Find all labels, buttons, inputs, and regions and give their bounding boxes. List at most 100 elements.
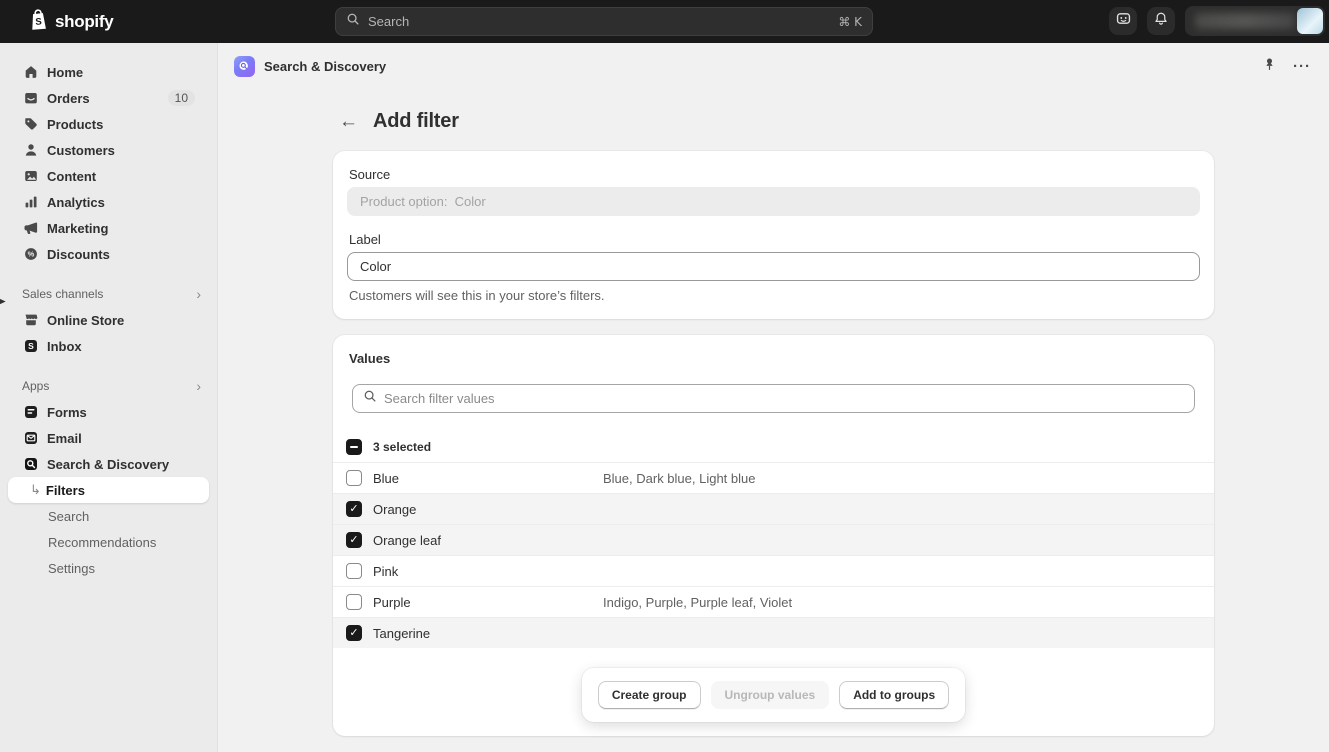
more-actions-icon[interactable]: ··· <box>1293 58 1311 75</box>
topbar-right <box>1109 6 1325 36</box>
analytics-icon <box>22 194 39 211</box>
selection-header-row: 3 selected <box>333 432 1214 462</box>
store-avatar <box>1297 8 1323 34</box>
app-header-title: Search & Discovery <box>264 59 386 74</box>
store-name-redacted <box>1195 13 1295 29</box>
products-icon <box>22 116 39 133</box>
chevron-right-icon: › <box>196 287 201 301</box>
sidebar-item-inbox[interactable]: SInbox <box>8 333 209 359</box>
grouped-values-text: Indigo, Purple, Purple leaf, Violet <box>603 595 792 610</box>
value-checkbox[interactable] <box>346 594 362 610</box>
search-discovery-icon <box>22 456 39 473</box>
global-search[interactable]: ⌘ K <box>335 7 873 36</box>
sidebar-subitem-search[interactable]: Search <box>8 503 209 529</box>
sidebar-item-marketing[interactable]: Marketing <box>8 215 209 241</box>
notifications-button[interactable] <box>1147 7 1175 35</box>
grouped-values-text: Blue, Dark blue, Light blue <box>603 471 755 486</box>
sidebar-item-analytics[interactable]: Analytics <box>8 189 209 215</box>
label-field[interactable] <box>347 252 1200 281</box>
source-card: Source Label Customers will see this in … <box>333 151 1214 319</box>
sidebar-subitem-filters[interactable]: ↳Filters <box>8 477 209 503</box>
value-label: Orange leaf <box>373 533 441 548</box>
sidekick-button[interactable] <box>1109 7 1137 35</box>
value-label: Tangerine <box>373 626 430 641</box>
home-icon <box>22 64 39 81</box>
sidebar-subitem-label: Settings <box>48 561 95 576</box>
sidekick-icon <box>1115 10 1132 32</box>
label-help-text: Customers will see this in your store’s … <box>349 288 1198 303</box>
sidebar-item-label: Discounts <box>47 247 110 262</box>
sidebar-sections: Sales channels›Online StoreSInbox Apps › Fo… <box>0 281 217 581</box>
sidebar-subitem-label: Search <box>48 509 89 524</box>
value-label: Blue <box>373 471 399 486</box>
filter-value-row-blue[interactable]: Blue Blue, Dark blue, Light blue <box>333 462 1214 493</box>
sidebar-item-customers[interactable]: Customers <box>8 137 209 163</box>
main-area: Search & Discovery ··· ← Add filter Sour… <box>218 43 1329 752</box>
sidebar-nav: Home Orders10ProductsCustomersContent Anal… <box>0 59 217 267</box>
sidebar-item-home[interactable]: Home <box>8 59 209 85</box>
chevron-right-icon: › <box>196 379 201 393</box>
section-header-apps[interactable]: Apps › <box>0 373 217 399</box>
values-list: 3 selected Blue Blue, Dark blue, Light bl… <box>333 432 1214 648</box>
filter-value-row-purple[interactable]: PurpleIndigo, Purple, Purple leaf, Viole… <box>333 586 1214 617</box>
bell-icon <box>1153 11 1169 32</box>
sidebar-item-label: Marketing <box>47 221 108 236</box>
sidebar-item-label: Email <box>47 431 82 446</box>
sidebar-item-online-store[interactable]: Online Store <box>8 307 209 333</box>
inbox-icon: S <box>22 338 39 355</box>
branch-arrow-icon: ↳ <box>30 482 41 498</box>
value-checkbox[interactable]: ✓ <box>346 625 362 641</box>
sidebar-item-email[interactable]: Email <box>8 425 209 451</box>
filter-value-row-tangerine[interactable]: ✓ Tangerine <box>333 617 1214 648</box>
online-store-icon <box>22 312 39 329</box>
sidebar-subitem-recommendations[interactable]: Recommendations <box>8 529 209 555</box>
sidebar-item-products[interactable]: Products <box>8 111 209 137</box>
store-menu-button[interactable] <box>1185 6 1325 36</box>
section-header-sales-channels[interactable]: Sales channels› <box>0 281 217 307</box>
sidebar-item-label: Forms <box>47 405 87 420</box>
page-title: Add filter <box>373 110 459 133</box>
value-checkbox[interactable] <box>346 563 362 579</box>
sidebar-item-forms[interactable]: Forms <box>8 399 209 425</box>
search-discovery-app-icon <box>234 56 255 77</box>
shopify-admin: S shopify ⌘ K <box>0 0 1329 752</box>
values-title: Values <box>333 351 1214 366</box>
filter-value-row-pink[interactable]: Pink <box>333 555 1214 586</box>
sidebar-item-orders[interactable]: Orders10 <box>8 85 209 111</box>
value-checkbox[interactable]: ✓ <box>346 501 362 517</box>
svg-text:S: S <box>35 17 43 28</box>
shopify-wordmark: shopify <box>55 12 113 32</box>
sidebar: Home Orders10ProductsCustomersContent Anal… <box>0 43 218 752</box>
sidebar-item-discounts[interactable]: % Discounts <box>8 241 209 267</box>
value-checkbox[interactable] <box>346 470 362 486</box>
source-label: Source <box>349 167 1198 182</box>
search-icon <box>363 389 377 408</box>
shopify-bag-icon: S <box>28 8 49 36</box>
filter-value-row-orange-leaf[interactable]: ✓ Orange leaf <box>333 524 1214 555</box>
group-actions-bar: Create group Ungroup values Add to groups <box>582 668 965 722</box>
shopify-logo[interactable]: S shopify <box>28 8 113 36</box>
value-label: Orange <box>373 502 416 517</box>
sidebar-item-label: Search & Discovery <box>47 457 169 472</box>
marketing-icon <box>22 220 39 237</box>
filter-value-row-orange[interactable]: ✓ Orange <box>333 493 1214 524</box>
global-search-input[interactable] <box>368 14 830 29</box>
sidebar-item-search-discovery[interactable]: Search & Discovery <box>8 451 209 477</box>
value-checkbox[interactable]: ✓ <box>346 532 362 548</box>
back-arrow-icon[interactable]: ← <box>339 112 358 131</box>
sidebar-item-label: Home <box>47 65 83 80</box>
svg-text:%: % <box>27 250 34 259</box>
sidebar-subitem-settings[interactable]: Settings <box>8 555 209 581</box>
values-search[interactable] <box>352 384 1195 413</box>
section-header-label: Apps <box>22 379 49 393</box>
add-to-groups-button[interactable]: Add to groups <box>839 681 949 709</box>
customers-icon <box>22 142 39 159</box>
pin-icon[interactable] <box>1262 56 1277 77</box>
select-all-checkbox[interactable] <box>346 439 362 455</box>
orders-icon <box>22 90 39 107</box>
sidebar-item-label: Analytics <box>47 195 105 210</box>
sidebar-item-content[interactable]: Content <box>8 163 209 189</box>
values-search-input[interactable] <box>384 391 1184 406</box>
create-group-button[interactable]: Create group <box>598 681 701 709</box>
ungroup-values-button: Ungroup values <box>711 681 830 709</box>
